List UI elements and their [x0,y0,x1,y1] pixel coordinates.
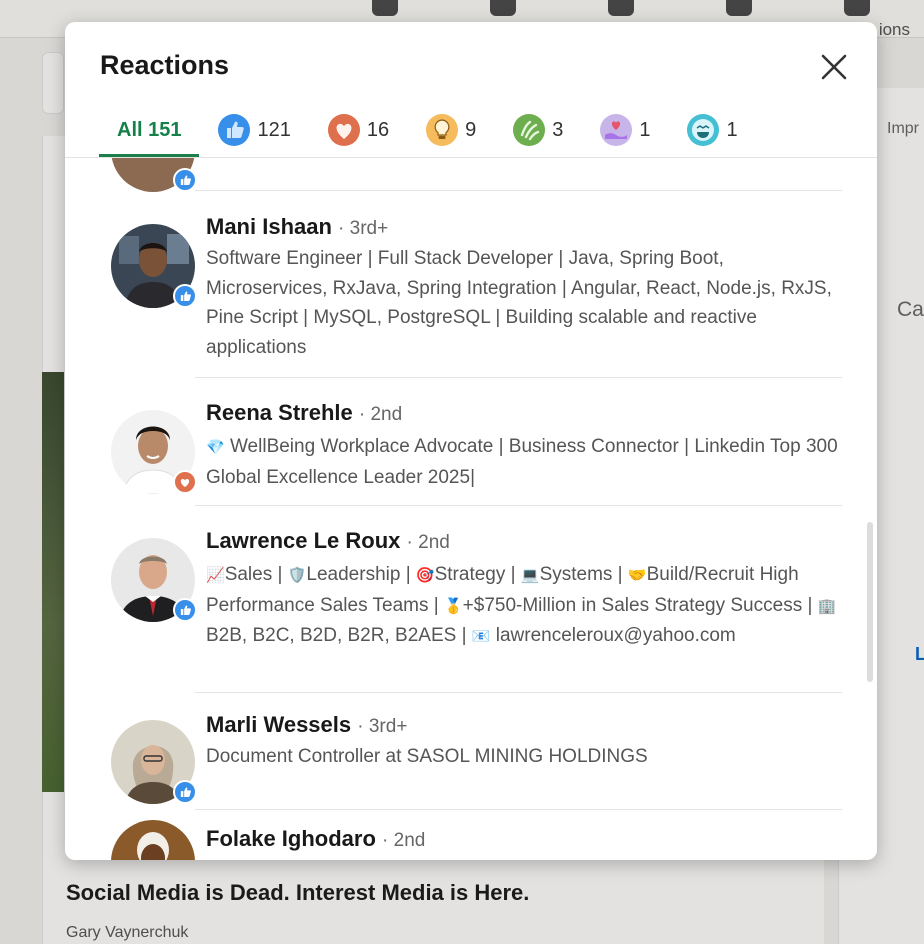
person-name[interactable]: Marli Wessels [206,712,351,737]
previous-person-avatar[interactable] [111,158,197,192]
person-headline: 📈Sales | 🛡️Leadership | 🎯Strategy | 💻Sys… [206,560,846,652]
headline-segment: Leadership | [306,564,411,585]
connection-degree: · 3rd+ [338,218,389,239]
handshake-emoji: 🤝 [627,567,647,584]
tab-insightful-count: 9 [465,118,477,141]
person-name[interactable]: Mani Ishaan [206,214,332,239]
list-item[interactable]: Lawrence Le Roux · 2nd 📈Sales | 🛡️Leader… [65,516,877,692]
avatar[interactable] [111,410,197,494]
love-icon [173,470,197,494]
office-emoji: 🏢 [817,597,837,615]
list-scrollbar[interactable] [867,522,873,682]
close-button[interactable] [819,52,849,82]
connection-degree: · 2nd [382,830,426,851]
person-headline: WellBeing Workplace Advocate | Business … [206,436,838,488]
like-icon [173,168,197,192]
tab-celebrate[interactable]: 3 [494,102,581,158]
connection-degree: · 3rd+ [357,716,408,737]
insightful-icon [426,114,459,146]
chart-emoji: 📈 [206,567,225,584]
target-emoji: 🎯 [415,567,435,584]
headline-segment: +$750-Million in Sales Strategy Success … [462,594,813,616]
tab-like[interactable]: 121 [199,102,308,158]
love-icon [327,114,360,146]
person-headline-container: 💎 WellBeing Workplace Advocate | Busines… [206,432,846,492]
person-headline: Software Engineer | Full Stack Developer… [206,248,832,358]
avatar[interactable] [111,224,197,308]
connection-degree: · 2nd [406,532,450,553]
avatar[interactable] [111,720,197,804]
tab-all[interactable]: All 151 [99,102,200,158]
row-divider [195,809,842,810]
tab-love[interactable]: 16 [309,102,407,158]
person-name[interactable]: Lawrence Le Roux [206,528,400,553]
tab-support[interactable]: 1 [581,102,668,158]
like-icon [173,780,197,804]
tab-funny-count: 1 [726,118,738,141]
laptop-emoji: 💻 [520,567,540,584]
tab-all-label: All 151 [117,118,182,141]
connection-degree: · 2nd [358,404,403,425]
reactions-list[interactable]: Mani Ishaan · 3rd+ Software Engineer | F… [65,158,877,860]
row-divider [195,377,842,378]
tab-support-count: 1 [639,118,651,141]
email-emoji: 📧 [471,628,491,645]
close-icon [821,54,847,80]
avatar[interactable] [111,538,197,622]
list-item[interactable]: Mani Ishaan · 3rd+ Software Engineer | F… [65,202,877,378]
reaction-tabs: All 151 121 16 9 3 1 1 [99,102,756,158]
headline-segment: Systems | [539,564,623,585]
tab-funny[interactable]: 1 [668,102,755,158]
row-divider [195,505,842,506]
tab-love-count: 16 [366,118,390,141]
medal-emoji: 🥇 [443,597,463,615]
shield-emoji: 🛡️ [287,567,307,584]
headline-segment: Strategy | [434,564,516,585]
list-item[interactable]: Marli Wessels · 3rd+ Document Controller… [65,702,877,810]
list-item[interactable]: Folake Ighodaro · 2nd [65,818,877,860]
avatar[interactable] [111,820,195,860]
gem-emoji: 💎 [206,439,225,456]
tab-celebrate-count: 3 [552,118,564,141]
like-icon [218,114,251,146]
modal-title: Reactions [100,50,230,80]
headline-segment: Sales | [224,564,283,585]
reactions-modal: Reactions All 151 121 16 9 3 1 1 Mani Is… [65,22,877,860]
like-icon [173,598,197,622]
headline-segment: B2B, B2C, B2D, B2R, B2AES | [206,625,467,646]
celebrate-icon [513,114,546,146]
row-divider [195,190,842,191]
tab-like-count: 121 [257,118,291,141]
headline-segment: lawrenceleroux@yahoo.com [495,625,736,646]
tab-insightful[interactable]: 9 [407,102,494,158]
person-name[interactable]: Reena Strehle [206,400,353,425]
funny-icon [687,114,720,146]
row-divider [195,692,842,693]
person-headline: Document Controller at SASOL MINING HOLD… [206,746,648,767]
person-name[interactable]: Folake Ighodaro [206,826,376,851]
like-icon [173,284,197,308]
support-icon [600,114,633,146]
list-item[interactable]: Reena Strehle · 2nd 💎 WellBeing Workplac… [65,388,877,506]
